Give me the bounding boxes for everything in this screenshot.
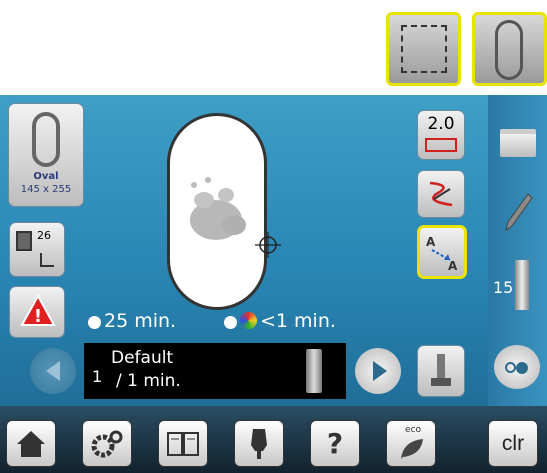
total-time-icon: [88, 316, 101, 329]
eco-label: eco: [405, 425, 421, 435]
toggle-icon: [505, 362, 516, 373]
oval-hoop-icon: [32, 112, 60, 167]
rectangle-hoop-button[interactable]: [386, 12, 461, 86]
guide-button[interactable]: [234, 420, 284, 467]
embroidery-design-preview: [190, 177, 246, 240]
thread-path-icon: [429, 181, 453, 207]
folder-button[interactable]: [494, 125, 542, 161]
move-design-button[interactable]: A A: [417, 225, 467, 279]
warning-button[interactable]: !: [9, 286, 65, 338]
stitch-info-button[interactable]: 26: [9, 222, 65, 277]
crosshair-icon[interactable]: [255, 232, 281, 258]
hoop-select-button[interactable]: Oval 145 x 255: [8, 103, 84, 207]
previous-color-button[interactable]: [30, 348, 76, 394]
total-time: 25 min.: [104, 310, 177, 332]
zoom-level: 2.0: [427, 114, 455, 134]
home-icon: [17, 430, 45, 457]
zoom-button[interactable]: 2.0: [417, 110, 465, 160]
pattern-icon: [16, 231, 32, 251]
gear-icon: [91, 430, 123, 457]
thread-spool-icon: [306, 349, 322, 393]
clear-button[interactable]: clr: [488, 420, 538, 467]
thread-spool-icon[interactable]: [515, 260, 529, 310]
oval-hoop-button[interactable]: [472, 12, 547, 86]
palette-icon: [240, 312, 257, 329]
move-scale-icon: A A: [426, 235, 458, 273]
help-icon: ?: [326, 427, 344, 460]
hoop-name: Oval: [33, 171, 59, 182]
oval-hoop-icon: [495, 20, 523, 80]
arrow-left-icon: [46, 361, 60, 381]
color-time-icon: [224, 316, 237, 329]
tutorial-button[interactable]: [158, 420, 208, 467]
pencil-icon: [505, 193, 533, 232]
next-color-button[interactable]: [355, 348, 401, 394]
rectangle-hoop-icon: [401, 25, 447, 73]
presser-foot-button[interactable]: [417, 345, 465, 397]
help-button[interactable]: ?: [310, 420, 360, 467]
check-size-button[interactable]: [417, 170, 465, 218]
svg-text:A: A: [448, 259, 458, 273]
folder-icon: [500, 129, 536, 157]
corner-icon: [40, 253, 54, 267]
color-info-bar[interactable]: 1 Default / 1 min.: [84, 343, 346, 399]
thread-count: 15: [493, 278, 514, 297]
presser-foot-icon: [437, 354, 445, 380]
color-index: 1: [92, 367, 103, 386]
color-time-label: / 1 min.: [116, 371, 181, 391]
arrow-right-icon: [373, 361, 387, 381]
edit-button[interactable]: [494, 190, 542, 234]
eco-button[interactable]: eco: [386, 420, 436, 467]
home-button[interactable]: [6, 420, 56, 467]
hoop-frame-icon: [425, 138, 457, 152]
warning-icon: !: [20, 293, 56, 327]
color-time: <1 min.: [260, 310, 336, 332]
clear-label: clr: [501, 431, 525, 455]
svg-text:A: A: [426, 235, 436, 249]
dress-form-icon: [251, 428, 267, 459]
color-name: Default: [111, 348, 174, 368]
stitch-mode-button[interactable]: [494, 345, 540, 389]
settings-button[interactable]: [82, 420, 132, 467]
svg-text:!: !: [34, 306, 42, 327]
stitch-count: 26: [37, 229, 51, 242]
book-icon: [167, 431, 199, 456]
leaf-icon: [401, 439, 423, 459]
hoop-size: 145 x 255: [20, 184, 72, 195]
